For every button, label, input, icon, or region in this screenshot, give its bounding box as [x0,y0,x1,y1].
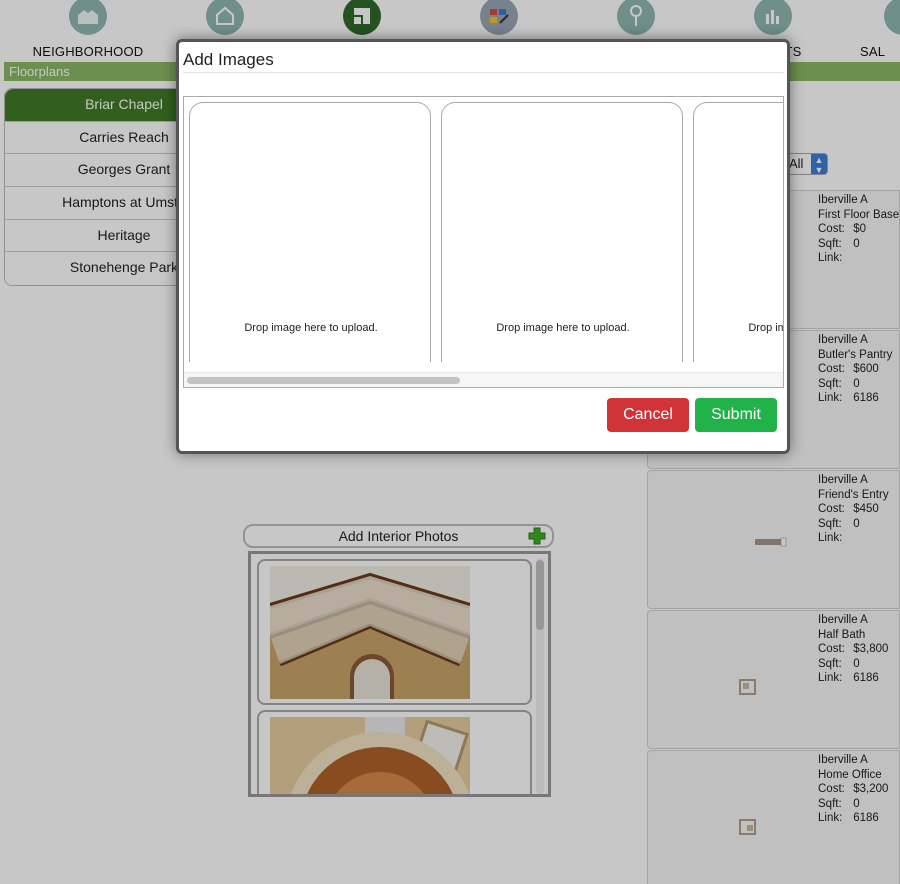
horizontal-scrollbar[interactable] [184,372,783,387]
modal-title: Add Images [183,50,274,69]
image-dropzone-area: Drop image here to upload. Drop image he… [183,96,784,388]
image-dropzone[interactable]: Drop image here to upload. [189,102,431,362]
submit-button[interactable]: Submit [695,398,777,432]
horizontal-scrollbar-thumb[interactable] [187,377,460,384]
cancel-button[interactable]: Cancel [607,398,689,432]
modal-divider [183,72,784,73]
add-images-modal: Add Images Drop image here to upload. Dr… [176,39,790,454]
dropzone-text: Drop image here to upload. [748,322,783,334]
dropzone-text: Drop image here to upload. [244,322,378,334]
image-dropzone[interactable]: Drop image here to upload. [693,102,783,362]
dropzone-text: Drop image here to upload. [496,322,630,334]
image-dropzone[interactable]: Drop image here to upload. [441,102,683,362]
